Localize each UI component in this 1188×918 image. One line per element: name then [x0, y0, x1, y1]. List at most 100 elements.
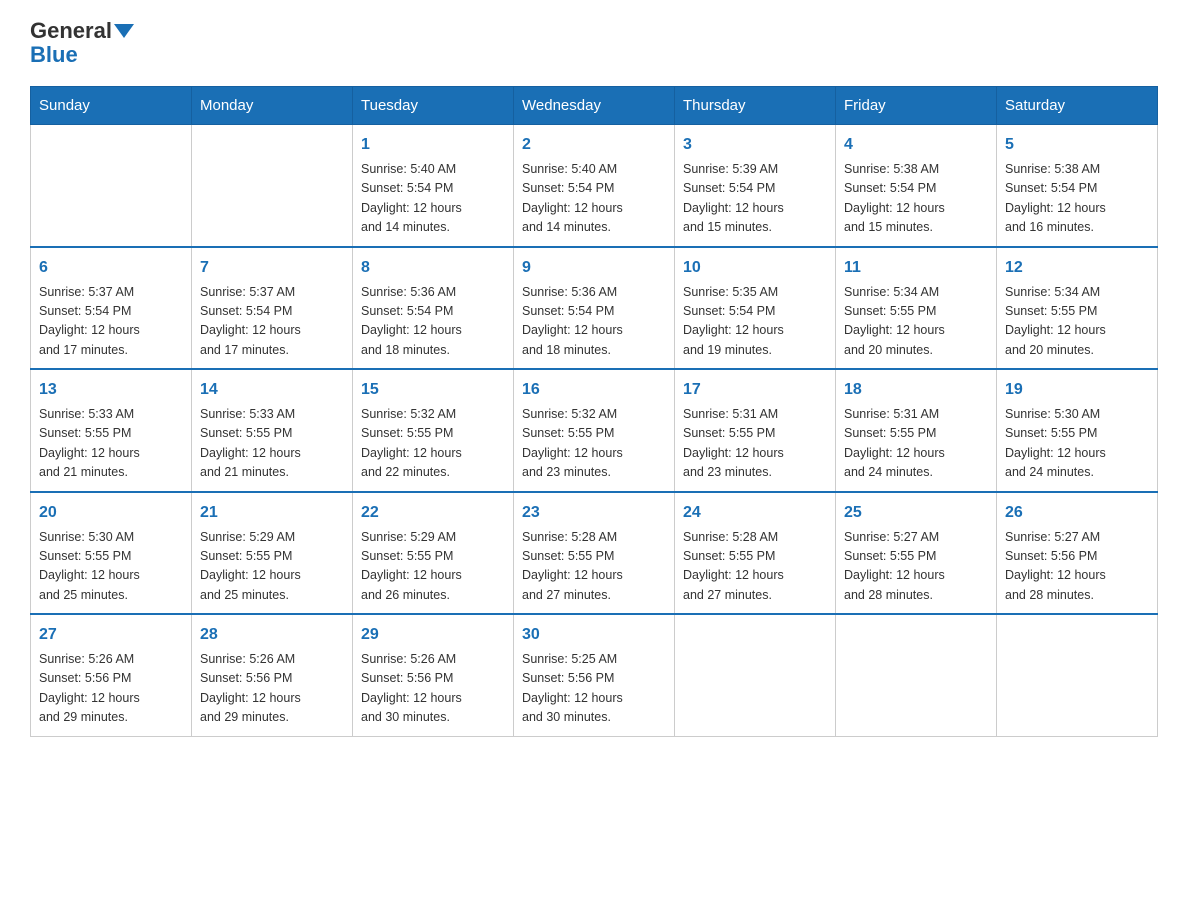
calendar-cell: 2 Sunrise: 5:40 AM Sunset: 5:54 PM Daylig… — [514, 125, 675, 247]
day-number: 8 — [361, 256, 505, 280]
day-info: Sunrise: 5:34 AM Sunset: 5:55 PM Dayligh… — [1005, 283, 1149, 361]
day-info: Sunrise: 5:26 AM Sunset: 5:56 PM Dayligh… — [361, 650, 505, 728]
calendar-cell: 6 Sunrise: 5:37 AM Sunset: 5:54 PM Daylig… — [31, 247, 192, 370]
day-info: Sunrise: 5:25 AM Sunset: 5:56 PM Dayligh… — [522, 650, 666, 728]
day-info: Sunrise: 5:29 AM Sunset: 5:55 PM Dayligh… — [361, 528, 505, 606]
calendar-table: SundayMondayTuesdayWednesdayThursdayFrid… — [30, 86, 1158, 737]
calendar-cell: 9 Sunrise: 5:36 AM Sunset: 5:54 PM Daylig… — [514, 247, 675, 370]
calendar-cell: 29 Sunrise: 5:26 AM Sunset: 5:56 PM Dayli… — [353, 614, 514, 736]
calendar-cell — [836, 614, 997, 736]
day-number: 19 — [1005, 378, 1149, 402]
day-number: 6 — [39, 256, 183, 280]
calendar-cell: 11Sunrise: 5:34 AM Sunset: 5:55 PM Dayli… — [836, 247, 997, 370]
day-info: Sunrise: 5:40 AM Sunset: 5:54 PM Dayligh… — [361, 160, 505, 238]
day-info: Sunrise: 5:33 AM Sunset: 5:55 PM Dayligh… — [200, 405, 344, 483]
day-info: Sunrise: 5:32 AM Sunset: 5:55 PM Dayligh… — [522, 405, 666, 483]
day-number: 2 — [522, 133, 666, 157]
day-number: 1 — [361, 133, 505, 157]
day-info: Sunrise: 5:31 AM Sunset: 5:55 PM Dayligh… — [844, 405, 988, 483]
day-info: Sunrise: 5:29 AM Sunset: 5:55 PM Dayligh… — [200, 528, 344, 606]
day-info: Sunrise: 5:26 AM Sunset: 5:56 PM Dayligh… — [39, 650, 183, 728]
day-info: Sunrise: 5:36 AM Sunset: 5:54 PM Dayligh… — [522, 283, 666, 361]
calendar-cell — [192, 125, 353, 247]
calendar-cell: 7 Sunrise: 5:37 AM Sunset: 5:54 PM Daylig… — [192, 247, 353, 370]
calendar-cell: 20 Sunrise: 5:30 AM Sunset: 5:55 PM Dayli… — [31, 492, 192, 615]
calendar-cell: 16Sunrise: 5:32 AM Sunset: 5:55 PM Dayli… — [514, 369, 675, 492]
day-number: 29 — [361, 623, 505, 647]
day-info: Sunrise: 5:37 AM Sunset: 5:54 PM Dayligh… — [39, 283, 183, 361]
calendar-header-row: SundayMondayTuesdayWednesdayThursdayFrid… — [31, 87, 1158, 125]
calendar-cell: 15Sunrise: 5:32 AM Sunset: 5:55 PM Dayli… — [353, 369, 514, 492]
calendar-week-row: 20 Sunrise: 5:30 AM Sunset: 5:55 PM Dayli… — [31, 492, 1158, 615]
day-info: Sunrise: 5:27 AM Sunset: 5:55 PM Dayligh… — [844, 528, 988, 606]
day-number: 17 — [683, 378, 827, 402]
day-info: Sunrise: 5:28 AM Sunset: 5:55 PM Dayligh… — [522, 528, 666, 606]
day-info: Sunrise: 5:28 AM Sunset: 5:55 PM Dayligh… — [683, 528, 827, 606]
logo-general: General — [30, 20, 112, 42]
calendar-week-row: 13 Sunrise: 5:33 AM Sunset: 5:55 PM Dayli… — [31, 369, 1158, 492]
day-info: Sunrise: 5:31 AM Sunset: 5:55 PM Dayligh… — [683, 405, 827, 483]
day-number: 13 — [39, 378, 183, 402]
day-number: 12 — [1005, 256, 1149, 280]
calendar-cell: 22 Sunrise: 5:29 AM Sunset: 5:55 PM Dayli… — [353, 492, 514, 615]
day-number: 21 — [200, 501, 344, 525]
day-info: Sunrise: 5:30 AM Sunset: 5:55 PM Dayligh… — [39, 528, 183, 606]
calendar-week-row: 6 Sunrise: 5:37 AM Sunset: 5:54 PM Daylig… — [31, 247, 1158, 370]
calendar-cell: 27Sunrise: 5:26 AM Sunset: 5:56 PM Dayli… — [31, 614, 192, 736]
weekday-header-thursday: Thursday — [675, 87, 836, 125]
calendar-cell — [997, 614, 1158, 736]
weekday-header-friday: Friday — [836, 87, 997, 125]
day-info: Sunrise: 5:30 AM Sunset: 5:55 PM Dayligh… — [1005, 405, 1149, 483]
day-number: 30 — [522, 623, 666, 647]
day-info: Sunrise: 5:37 AM Sunset: 5:54 PM Dayligh… — [200, 283, 344, 361]
calendar-cell: 10 Sunrise: 5:35 AM Sunset: 5:54 PM Dayli… — [675, 247, 836, 370]
day-info: Sunrise: 5:27 AM Sunset: 5:56 PM Dayligh… — [1005, 528, 1149, 606]
calendar-cell: 13 Sunrise: 5:33 AM Sunset: 5:55 PM Dayli… — [31, 369, 192, 492]
calendar-cell — [31, 125, 192, 247]
calendar-cell: 23Sunrise: 5:28 AM Sunset: 5:55 PM Dayli… — [514, 492, 675, 615]
day-number: 9 — [522, 256, 666, 280]
calendar-cell: 8 Sunrise: 5:36 AM Sunset: 5:54 PM Daylig… — [353, 247, 514, 370]
calendar-cell: 3Sunrise: 5:39 AM Sunset: 5:54 PM Daylig… — [675, 125, 836, 247]
weekday-header-wednesday: Wednesday — [514, 87, 675, 125]
logo: General Blue — [30, 20, 134, 68]
logo-blue: Blue — [30, 42, 78, 68]
calendar-cell: 28Sunrise: 5:26 AM Sunset: 5:56 PM Dayli… — [192, 614, 353, 736]
day-number: 3 — [683, 133, 827, 157]
calendar-cell: 17 Sunrise: 5:31 AM Sunset: 5:55 PM Dayli… — [675, 369, 836, 492]
day-number: 10 — [683, 256, 827, 280]
calendar-cell: 24 Sunrise: 5:28 AM Sunset: 5:55 PM Dayli… — [675, 492, 836, 615]
calendar-cell: 5Sunrise: 5:38 AM Sunset: 5:54 PM Daylig… — [997, 125, 1158, 247]
calendar-cell: 12 Sunrise: 5:34 AM Sunset: 5:55 PM Dayli… — [997, 247, 1158, 370]
day-number: 18 — [844, 378, 988, 402]
day-info: Sunrise: 5:33 AM Sunset: 5:55 PM Dayligh… — [39, 405, 183, 483]
day-number: 7 — [200, 256, 344, 280]
day-number: 14 — [200, 378, 344, 402]
calendar-cell: 1 Sunrise: 5:40 AM Sunset: 5:54 PM Daylig… — [353, 125, 514, 247]
calendar-cell: 26 Sunrise: 5:27 AM Sunset: 5:56 PM Dayli… — [997, 492, 1158, 615]
day-number: 25 — [844, 501, 988, 525]
day-info: Sunrise: 5:35 AM Sunset: 5:54 PM Dayligh… — [683, 283, 827, 361]
calendar-cell: 19 Sunrise: 5:30 AM Sunset: 5:55 PM Dayli… — [997, 369, 1158, 492]
page-header: General Blue — [30, 20, 1158, 68]
calendar-cell: 14 Sunrise: 5:33 AM Sunset: 5:55 PM Dayli… — [192, 369, 353, 492]
day-info: Sunrise: 5:40 AM Sunset: 5:54 PM Dayligh… — [522, 160, 666, 238]
day-info: Sunrise: 5:36 AM Sunset: 5:54 PM Dayligh… — [361, 283, 505, 361]
day-number: 26 — [1005, 501, 1149, 525]
weekday-header-monday: Monday — [192, 87, 353, 125]
day-info: Sunrise: 5:26 AM Sunset: 5:56 PM Dayligh… — [200, 650, 344, 728]
weekday-header-sunday: Sunday — [31, 87, 192, 125]
calendar-cell — [675, 614, 836, 736]
day-number: 20 — [39, 501, 183, 525]
day-number: 5 — [1005, 133, 1149, 157]
calendar-week-row: 1 Sunrise: 5:40 AM Sunset: 5:54 PM Daylig… — [31, 125, 1158, 247]
day-number: 11 — [844, 256, 988, 280]
day-number: 4 — [844, 133, 988, 157]
day-number: 22 — [361, 501, 505, 525]
day-number: 24 — [683, 501, 827, 525]
day-number: 15 — [361, 378, 505, 402]
calendar-cell: 30 Sunrise: 5:25 AM Sunset: 5:56 PM Dayli… — [514, 614, 675, 736]
day-info: Sunrise: 5:38 AM Sunset: 5:54 PM Dayligh… — [844, 160, 988, 238]
weekday-header-tuesday: Tuesday — [353, 87, 514, 125]
weekday-header-saturday: Saturday — [997, 87, 1158, 125]
